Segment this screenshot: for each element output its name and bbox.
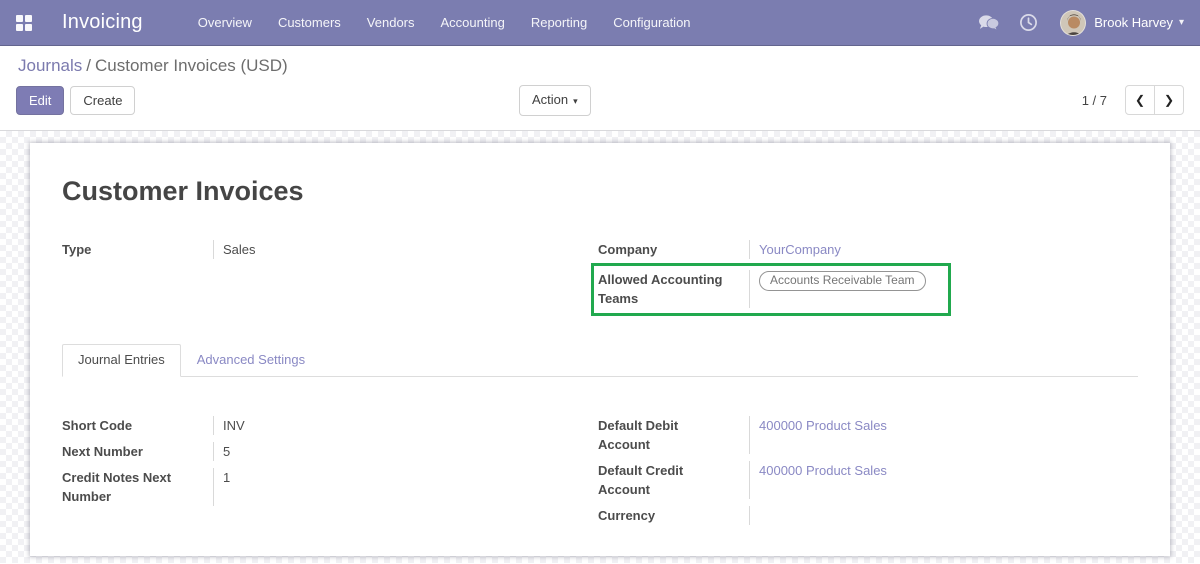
bottom-right-group: Default Debit Account 400000 Product Sal… [598,413,1138,529]
pager: 1 / 7 ❮ ❯ [1082,85,1184,115]
field-default-credit-account-value: 400000 Product Sales [750,461,1138,499]
field-currency: Currency [598,503,1138,529]
breadcrumb: Journals / Customer Invoices (USD) [18,56,1184,76]
navbar-right: Brook Harvey ▾ [977,9,1184,36]
company-link[interactable]: YourCompany [759,242,841,257]
action-caret-icon: ▾ [573,95,578,106]
bottom-field-groups: Short Code INV Next Number 5 Credit Note… [62,413,1138,529]
field-short-code-label: Short Code [62,416,214,435]
activities-clock-icon[interactable] [1019,13,1038,32]
button-row: Edit Create Action ▾ 1 / 7 ❮ ❯ [16,84,1184,116]
menu-customers[interactable]: Customers [265,8,354,37]
field-company-label: Company [598,240,750,259]
apps-grid-square [16,23,23,31]
messages-icon[interactable] [977,14,1000,32]
allowed-teams-highlight-box: Allowed Accounting Teams Accounts Receiv… [591,263,951,316]
field-default-credit-account-label: Default Credit Account [598,461,750,499]
field-default-credit-account: Default Credit Account 400000 Product Sa… [598,458,1138,503]
pager-next-button[interactable]: ❯ [1154,85,1184,115]
field-default-debit-account-value: 400000 Product Sales [750,416,1138,454]
apps-grid-square [16,14,23,22]
main-menu: Overview Customers Vendors Accounting Re… [185,8,704,37]
accounting-team-tag: Accounts Receivable Team [759,271,926,291]
tab-journal-entries[interactable]: Journal Entries [62,344,181,377]
menu-reporting[interactable]: Reporting [518,8,600,37]
form-sheet: Customer Invoices Type Sales Company You… [30,143,1170,556]
tab-advanced-settings[interactable]: Advanced Settings [181,344,321,377]
field-short-code: Short Code INV [62,413,580,439]
breadcrumb-current: Customer Invoices (USD) [95,56,288,75]
field-company-value: YourCompany [750,240,1138,259]
breadcrumb-separator: / [86,56,91,75]
avatar [1060,9,1087,36]
action-label: Action [532,91,569,107]
field-credit-notes-next-number: Credit Notes Next Number 1 [62,465,580,510]
field-default-debit-account-label: Default Debit Account [598,416,750,454]
field-type-label: Type [62,240,214,259]
create-button[interactable]: Create [70,85,136,115]
pager-buttons: ❮ ❯ [1125,85,1184,115]
menu-vendors[interactable]: Vendors [354,8,428,37]
menu-configuration[interactable]: Configuration [600,8,703,37]
field-currency-label: Currency [598,506,750,525]
field-credit-notes-next-number-value: 1 [223,470,231,485]
field-type: Type Sales [62,237,580,263]
field-default-debit-account: Default Debit Account 400000 Product Sal… [598,413,1138,458]
field-next-number-value: 5 [223,444,231,459]
field-type-value: Sales [223,242,256,257]
default-credit-account-link[interactable]: 400000 Product Sales [759,463,887,478]
top-navbar: Invoicing Overview Customers Vendors Acc… [0,0,1200,46]
user-menu[interactable]: Brook Harvey ▾ [1060,9,1184,36]
top-field-groups: Type Sales Company YourCompany Allowed A… [62,237,1138,316]
field-currency-value [750,506,1138,525]
chevron-right-icon: ❯ [1163,93,1175,107]
apps-grid-icon[interactable] [16,14,32,31]
content-area: Customer Invoices Type Sales Company You… [0,131,1200,563]
menu-overview[interactable]: Overview [185,8,265,37]
control-panel: Journals / Customer Invoices (USD) Edit Cr… [0,46,1200,131]
field-short-code-value: INV [223,418,245,433]
apps-grid-square [25,23,32,31]
user-name: Brook Harvey [1094,15,1173,30]
top-left-group: Type Sales [62,237,580,316]
field-company: Company YourCompany [598,237,1138,263]
top-right-group: Company YourCompany Allowed Accounting T… [591,237,1138,316]
chevron-left-icon: ❮ [1134,93,1146,107]
default-debit-account-link[interactable]: 400000 Product Sales [759,418,887,433]
field-credit-notes-next-number-label: Credit Notes Next Number [62,468,214,506]
record-title: Customer Invoices [62,176,304,206]
notebook-tabs: Journal Entries Advanced Settings [62,344,1138,377]
app-title: Invoicing [62,11,143,33]
action-dropdown-button[interactable]: Action ▾ [519,84,591,116]
pager-previous-button[interactable]: ❮ [1125,85,1155,115]
field-allowed-teams-label: Allowed Accounting Teams [598,270,750,308]
menu-accounting[interactable]: Accounting [428,8,518,37]
user-caret-icon: ▾ [1178,17,1184,28]
edit-button[interactable]: Edit [16,85,65,115]
field-allowed-teams: Allowed Accounting Teams Accounts Receiv… [598,268,948,311]
pager-counter[interactable]: 1 / 7 [1082,93,1107,108]
apps-grid-square [25,14,32,22]
field-next-number-label: Next Number [62,442,214,461]
bottom-left-group: Short Code INV Next Number 5 Credit Note… [62,413,580,529]
breadcrumb-journals-link[interactable]: Journals [18,56,82,75]
field-allowed-teams-value: Accounts Receivable Team [750,270,948,308]
field-next-number: Next Number 5 [62,439,580,465]
